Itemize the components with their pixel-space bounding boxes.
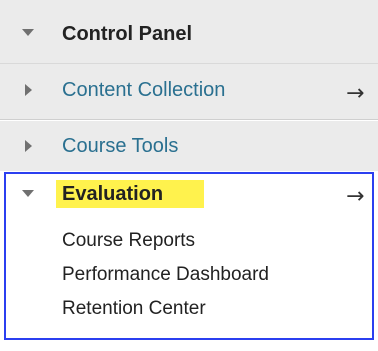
triangle-down-icon[interactable] [22, 29, 34, 36]
menu-item-content-collection[interactable]: Content Collection → [0, 64, 378, 120]
triangle-right-icon[interactable] [25, 140, 32, 152]
control-panel-title: Control Panel [62, 23, 193, 45]
menu-item-performance-dashboard[interactable]: Performance Dashboard [62, 263, 269, 287]
evaluation-title[interactable]: Evaluation [62, 182, 163, 206]
course-tools-link[interactable]: Course Tools [62, 134, 178, 158]
triangle-right-icon[interactable] [25, 84, 32, 96]
arrow-right-icon[interactable]: → [346, 82, 364, 106]
arrow-right-icon[interactable]: → [346, 185, 364, 209]
control-panel-header[interactable]: Control Panel [0, 0, 378, 64]
menu-item-course-reports[interactable]: Course Reports [62, 229, 195, 253]
control-panel-menu: Control Panel Content Collection → Cours… [0, 0, 378, 351]
menu-item-retention-center[interactable]: Retention Center [62, 297, 206, 321]
menu-item-course-tools[interactable]: Course Tools [0, 121, 378, 171]
triangle-down-icon[interactable] [22, 190, 34, 197]
content-collection-link[interactable]: Content Collection [62, 78, 225, 102]
